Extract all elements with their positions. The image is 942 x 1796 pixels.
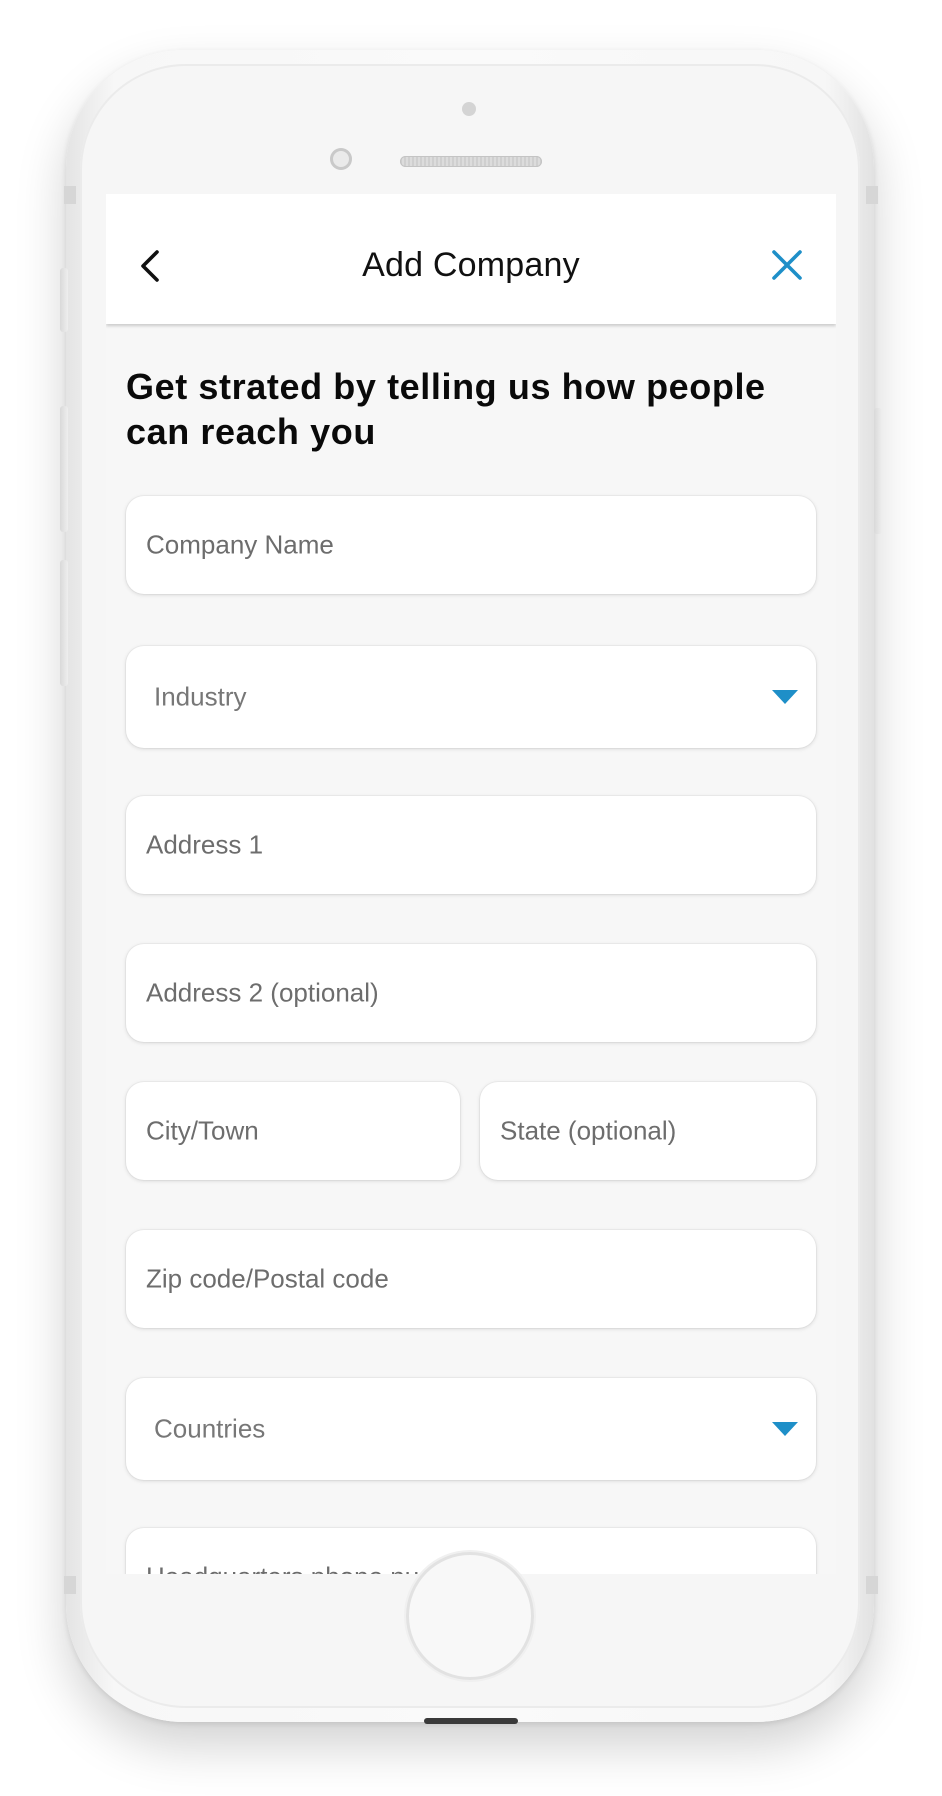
page-title: Add Company (362, 246, 580, 284)
antenna-band (64, 1576, 76, 1594)
proximity-sensor (462, 102, 476, 116)
zip-postal-code-field[interactable]: Zip code/Postal code (126, 1230, 816, 1328)
address-1-placeholder: Address 1 (146, 829, 264, 860)
antenna-band (64, 186, 76, 204)
state-placeholder: State (optional) (500, 1115, 677, 1146)
caret-down-icon (772, 1422, 798, 1436)
address-1-field[interactable]: Address 1 (126, 796, 816, 894)
city-town-placeholder: City/Town (146, 1115, 259, 1146)
volume-up-button (60, 406, 68, 532)
company-name-placeholder: Company Name (146, 529, 334, 560)
industry-select[interactable]: Industry (126, 646, 816, 748)
company-name-field[interactable]: Company Name (126, 496, 816, 594)
countries-placeholder: Countries (154, 1413, 266, 1444)
address-2-field[interactable]: Address 2 (optional) (126, 944, 816, 1042)
industry-placeholder: Industry (154, 681, 247, 712)
power-button (874, 408, 882, 534)
zip-postal-code-placeholder: Zip code/Postal code (146, 1263, 389, 1294)
close-button[interactable] (770, 248, 804, 282)
antenna-band (866, 1576, 878, 1594)
navigation-header: Add Company (106, 194, 836, 324)
volume-down-button (60, 560, 68, 686)
earpiece-speaker (400, 156, 542, 167)
address-2-placeholder: Address 2 (optional) (146, 977, 379, 1008)
close-icon (772, 250, 802, 280)
app-screen: Add Company Get strated by telling us ho… (106, 194, 836, 1574)
home-button[interactable] (406, 1552, 534, 1680)
state-field[interactable]: State (optional) (480, 1082, 816, 1180)
front-camera (330, 148, 352, 170)
city-town-field[interactable]: City/Town (126, 1082, 460, 1180)
form-heading: Get strated by telling us how people can… (126, 366, 766, 452)
caret-down-icon (772, 690, 798, 704)
bottom-edge (424, 1718, 518, 1724)
countries-select[interactable]: Countries (126, 1378, 816, 1480)
antenna-band (866, 186, 878, 204)
device-stage: Add Company Get strated by telling us ho… (0, 0, 942, 1796)
mute-switch (60, 268, 68, 332)
